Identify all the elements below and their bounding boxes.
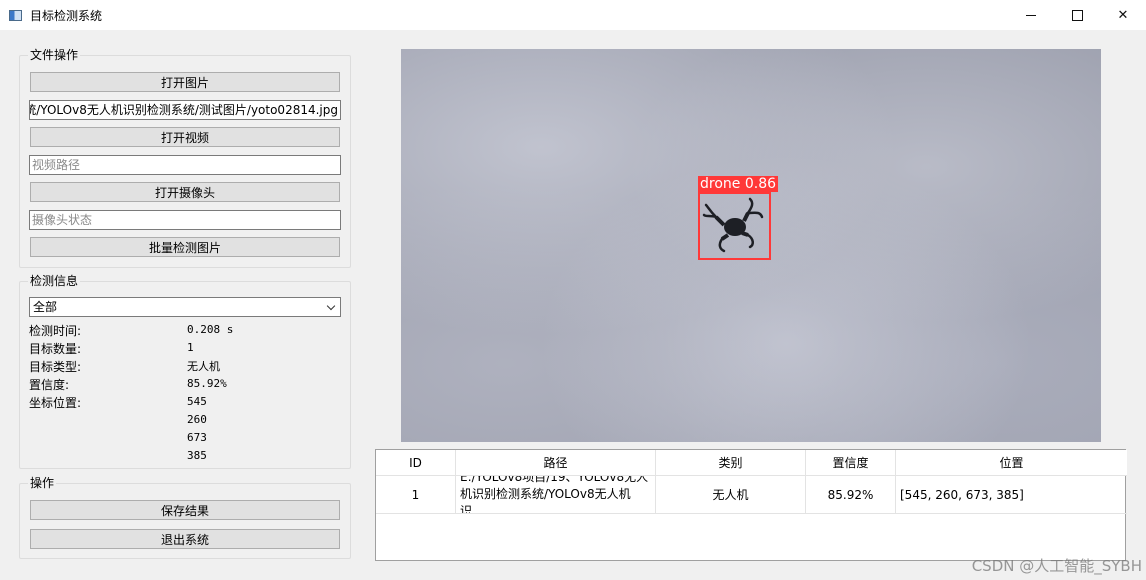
coord-ymax: 385 xyxy=(187,449,207,462)
maximize-button[interactable] xyxy=(1054,0,1100,31)
image-path-field[interactable]: E:/YOLOv8项目/19、YOLOv8无人机识别检测系统/YOLOv8无人机… xyxy=(29,100,341,120)
row-id[interactable]: 1 xyxy=(376,476,456,514)
coord-xmax: 673 xyxy=(187,431,207,444)
time-value: 0.208 s xyxy=(187,323,234,336)
window-title: 目标检测系统 xyxy=(30,8,103,23)
video-path-field[interactable]: 视频路径 xyxy=(29,155,341,175)
header-position[interactable]: 位置 xyxy=(896,450,1127,476)
target-filter-select[interactable]: 全部 xyxy=(29,297,341,317)
batch-detect-button[interactable]: 批量检测图片 xyxy=(30,237,340,257)
confidence-value: 85.92% xyxy=(187,377,227,390)
open-video-button[interactable]: 打开视频 xyxy=(30,127,340,147)
coord-xmin: 545 xyxy=(187,395,207,408)
target-filter-value: 全部 xyxy=(33,300,58,314)
header-category[interactable]: 类别 xyxy=(656,450,806,476)
count-value: 1 xyxy=(187,341,194,354)
save-results-button[interactable]: 保存结果 xyxy=(30,500,340,520)
row-path-text: E:/YOLOv8项目/19、YOLOv8无人 机识别检测系统/YOLOv8无人… xyxy=(460,476,651,514)
coord-ymin: 260 xyxy=(187,413,207,426)
header-id[interactable]: ID xyxy=(376,450,456,476)
type-value: 无人机 xyxy=(187,360,220,373)
image-path-text: E:/YOLOv8项目/19、YOLOv8无人机识别检测系统/YOLOv8无人机… xyxy=(30,103,338,117)
row-confidence[interactable]: 85.92% xyxy=(806,476,896,514)
detection-label: drone 0.86 xyxy=(698,176,779,192)
results-table[interactable]: ID 路径 类别 置信度 位置 1 E:/YOLOv8项目/19、YOLOv8无… xyxy=(375,449,1127,561)
open-camera-button[interactable]: 打开摄像头 xyxy=(30,182,340,202)
exit-system-button[interactable]: 退出系统 xyxy=(30,529,340,549)
detection-image: drone 0.86 xyxy=(401,49,1101,442)
chevron-down-icon xyxy=(326,301,336,311)
row-path[interactable]: E:/YOLOv8项目/19、YOLOv8无人 机识别检测系统/YOLOv8无人… xyxy=(456,476,656,514)
header-path[interactable]: 路径 xyxy=(456,450,656,476)
coord-label: 坐标位置: xyxy=(29,396,82,410)
camera-status-field[interactable]: 摄像头状态 xyxy=(29,210,341,230)
row-path-line1: E:/YOLOv8项目/19、YOLOv8无人 xyxy=(460,476,649,484)
close-button[interactable]: ✕ xyxy=(1100,0,1146,31)
row-position[interactable]: [545, 260, 673, 385] xyxy=(896,476,1127,514)
row-path-line2: 机识别检测系统/YOLOv8无人机识... xyxy=(460,487,631,514)
operations-title: 操作 xyxy=(28,476,57,490)
title-bar: 目标检测系统 ✕ xyxy=(0,0,1146,31)
window-controls: ✕ xyxy=(1008,0,1146,31)
header-confidence[interactable]: 置信度 xyxy=(806,450,896,476)
time-label: 检测时间: xyxy=(29,324,82,338)
row-category[interactable]: 无人机 xyxy=(656,476,806,514)
count-label: 目标数量: xyxy=(29,342,82,356)
open-image-button[interactable]: 打开图片 xyxy=(30,72,340,92)
type-label: 目标类型: xyxy=(29,360,82,374)
minimize-button[interactable] xyxy=(1008,0,1054,31)
app-icon xyxy=(9,9,22,21)
detect-info-title: 检测信息 xyxy=(28,274,81,288)
confidence-label: 置信度: xyxy=(29,378,70,392)
watermark: CSDN @人工智能_SYBH xyxy=(971,557,1142,575)
drone-icon xyxy=(702,197,764,253)
file-ops-title: 文件操作 xyxy=(28,48,81,62)
